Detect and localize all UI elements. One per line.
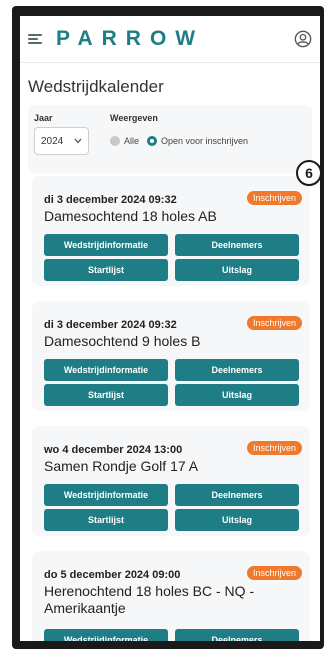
startlijst-button[interactable]: Startlijst — [44, 509, 168, 531]
deelnemers-button[interactable]: Deelnemers — [175, 234, 299, 256]
chevron-down-icon — [74, 138, 82, 144]
wedstrijdinformatie-button[interactable]: Wedstrijdinformatie — [44, 484, 168, 506]
deelnemers-button[interactable]: Deelnemers — [175, 629, 299, 641]
card-title: Damesochtend 18 holes AB — [44, 208, 217, 224]
wedstrijdinformatie-button[interactable]: Wedstrijdinformatie — [44, 629, 168, 641]
inschrijven-badge[interactable]: Inschrijven — [246, 566, 302, 580]
competition-card: do 5 december 2024 09:00 Herenochtend 18… — [32, 551, 310, 641]
wedstrijdinformatie-button[interactable]: Wedstrijdinformatie — [44, 234, 168, 256]
card-date: do 5 december 2024 09:00 — [44, 569, 181, 581]
show-filter-radios: Alle Open voor inschrijven — [110, 136, 248, 146]
card-title: Damesochtend 9 holes B — [44, 333, 201, 349]
year-select[interactable]: 2024 — [34, 127, 89, 155]
deelnemers-button[interactable]: Deelnemers — [175, 484, 299, 506]
card-title: Samen Rondje Golf 17 A — [44, 458, 199, 474]
radio-open-voor-inschrijven[interactable] — [147, 136, 158, 146]
page-title: Wedstrijdkalender — [28, 77, 164, 96]
radio-alle[interactable] — [110, 136, 120, 146]
card-title: Herenochtend 18 holes BC - NQ - Amerikaa… — [44, 583, 255, 616]
year-label: Jaar — [34, 113, 53, 123]
startlijst-button[interactable]: Startlijst — [44, 259, 168, 281]
year-value: 2024 — [41, 135, 64, 147]
inschrijven-badge[interactable]: Inschrijven — [246, 191, 302, 205]
user-account-icon[interactable] — [294, 30, 312, 48]
app-logo: PARROW — [56, 27, 205, 50]
card-date: di 3 december 2024 09:32 — [44, 319, 177, 331]
deelnemers-button[interactable]: Deelnemers — [175, 359, 299, 381]
filter-panel: Jaar Weergeven 2024 Alle Open voor insch… — [28, 105, 312, 173]
uitslag-button[interactable]: Uitslag — [175, 384, 299, 406]
menu-icon[interactable] — [28, 34, 42, 44]
inschrijven-badge[interactable]: Inschrijven — [246, 316, 302, 330]
annotation-marker: 6 — [296, 160, 322, 186]
uitslag-button[interactable]: Uitslag — [175, 259, 299, 281]
radio-alle-label: Alle — [124, 136, 140, 146]
card-date: di 3 december 2024 09:32 — [44, 194, 177, 206]
wedstrijdinformatie-button[interactable]: Wedstrijdinformatie — [44, 359, 168, 381]
uitslag-button[interactable]: Uitslag — [175, 509, 299, 531]
competition-card: di 3 december 2024 09:32 Damesochtend 9 … — [32, 301, 310, 411]
inschrijven-badge[interactable]: Inschrijven — [246, 441, 302, 455]
radio-open-label: Open voor inschrijven — [161, 136, 249, 146]
app-header: PARROW — [20, 16, 320, 63]
startlijst-button[interactable]: Startlijst — [44, 384, 168, 406]
competition-card: wo 4 december 2024 13:00 Samen Rondje Go… — [32, 426, 310, 536]
show-label: Weergeven — [110, 113, 158, 123]
competition-card: di 3 december 2024 09:32 Damesochtend 18… — [32, 176, 310, 286]
card-date: wo 4 december 2024 13:00 — [44, 444, 183, 456]
app-screen: PARROW Wedstrijdkalender Jaar Weergeven … — [20, 16, 320, 641]
